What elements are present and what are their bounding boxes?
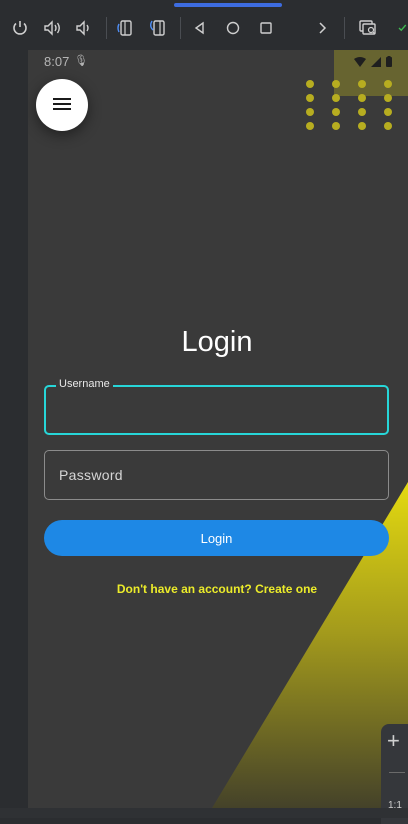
password-placeholder: Password [59, 467, 123, 483]
side-panel-divider [389, 772, 405, 773]
login-button[interactable]: Login [44, 520, 389, 556]
toolbar-separator [344, 17, 345, 39]
home-icon[interactable] [220, 15, 246, 41]
username-field[interactable]: Username [44, 378, 389, 435]
chevron-right-icon[interactable] [309, 15, 335, 41]
check-icon[interactable] [396, 15, 408, 41]
mic-icon: 🎙︎ [74, 55, 88, 67]
battery-icon [386, 55, 392, 70]
username-label: Username [56, 378, 113, 390]
status-bar: 8:07 🎙︎ [28, 50, 408, 72]
password-field[interactable]: Password [44, 450, 389, 500]
emulator-toolbar [0, 0, 408, 50]
left-gutter [0, 50, 28, 818]
back-icon[interactable] [187, 15, 213, 41]
active-tab-indicator [174, 3, 282, 7]
overview-icon[interactable] [253, 15, 279, 41]
menu-icon [53, 97, 71, 114]
status-time: 8:07 [44, 54, 70, 69]
signal-icon [371, 55, 381, 70]
page-title: Login [181, 326, 253, 358]
toolbar-separator [106, 17, 107, 39]
create-account-link[interactable]: Don't have an account? Create one [28, 582, 406, 596]
wifi-icon [354, 55, 366, 70]
horizontal-scrollbar[interactable] [0, 808, 408, 818]
device-screen: 8:07 🎙︎ Login Username Password Login Do… [28, 50, 408, 818]
menu-button[interactable] [36, 79, 88, 131]
rotate-left-icon[interactable] [113, 15, 139, 41]
volume-up-icon[interactable] [39, 15, 65, 41]
volume-down-icon[interactable] [71, 15, 97, 41]
decorative-dots [306, 80, 396, 130]
screenshot-search-icon[interactable] [355, 15, 381, 41]
zoom-in-button[interactable]: + [387, 728, 400, 754]
power-icon[interactable] [7, 15, 33, 41]
toolbar-separator [180, 17, 181, 39]
rotate-right-icon[interactable] [146, 15, 172, 41]
